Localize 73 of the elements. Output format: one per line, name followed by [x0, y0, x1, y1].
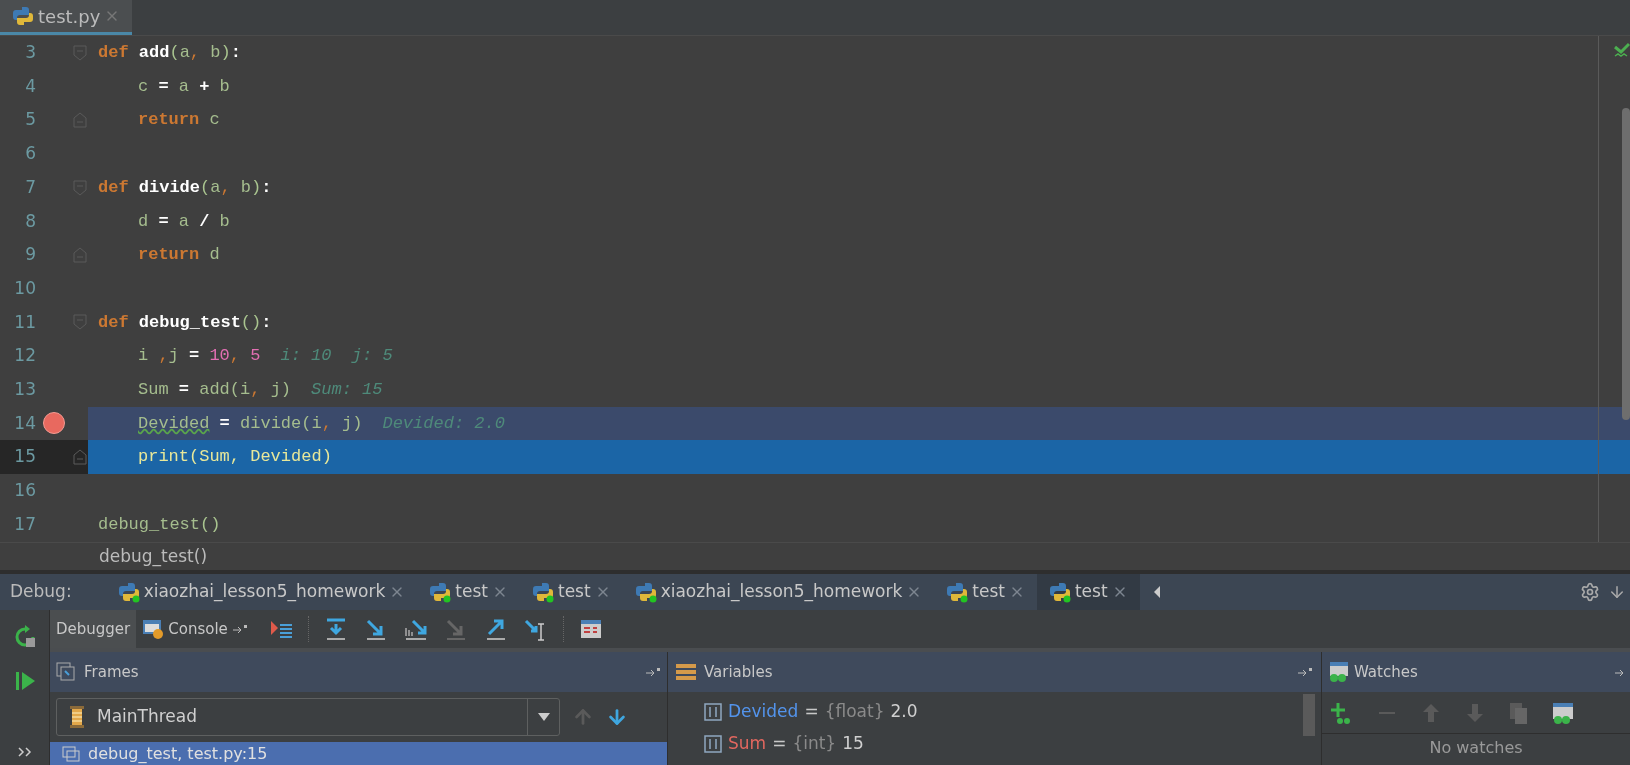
- next-frame-icon[interactable]: [606, 706, 628, 728]
- python-icon: [634, 581, 657, 603]
- code-line: return d: [138, 244, 220, 267]
- line-number: 15: [13, 445, 36, 469]
- pin-icon[interactable]: [231, 623, 248, 635]
- view-tab[interactable]: Debugger: [50, 610, 137, 648]
- code-line: i ,j = 10, 5 i: 10 j: 5: [138, 345, 393, 368]
- line-number: 5: [24, 108, 36, 132]
- code-line: return c: [138, 109, 220, 132]
- code-line: d = a / b: [138, 210, 230, 233]
- panel-title: Frames: [84, 661, 139, 683]
- session-tab[interactable]: test: [934, 574, 1037, 610]
- check-icon: [1614, 42, 1630, 58]
- line-number: 17: [13, 512, 36, 536]
- session-tab[interactable]: test: [1036, 574, 1140, 610]
- frame-item[interactable]: debug_test, test.py:15: [50, 742, 667, 765]
- pin-icon[interactable]: [1297, 666, 1313, 678]
- session-tab[interactable]: test: [519, 574, 623, 610]
- more-icon[interactable]: [17, 747, 32, 757]
- python-icon: [946, 581, 969, 603]
- frames-icon: [56, 662, 76, 682]
- hide-icon[interactable]: [1608, 583, 1626, 601]
- breadcrumb[interactable]: debug_test(): [99, 543, 208, 570]
- thread-dropdown[interactable]: MainThread: [56, 698, 560, 736]
- line-number: 9: [24, 243, 36, 267]
- variables-icon: [676, 663, 696, 681]
- python-icon: [1048, 581, 1071, 603]
- code-line: print(Sum, Devided): [138, 446, 332, 469]
- debug-label: Debug:: [9, 580, 73, 604]
- panel-title: Watches: [1354, 661, 1418, 683]
- settings-icon[interactable]: [1580, 582, 1600, 602]
- session-tab[interactable]: test: [417, 574, 520, 610]
- scrollbar[interactable]: [1622, 108, 1630, 420]
- code-line: debug_test(): [98, 513, 221, 536]
- code-line: Devided = divide(i, j) Devided: 2.0: [138, 412, 505, 435]
- code-line: Sum = add(i, j) Sum: 15: [138, 378, 383, 401]
- line-number: 14: [13, 411, 36, 435]
- dropdown-arrow-icon: [537, 713, 550, 721]
- code-line: def debug_test():: [98, 311, 272, 334]
- session-tab[interactable]: xiaozhai_lesson5_homework: [105, 574, 418, 610]
- variable-row[interactable]: Sum = {int} 15: [704, 730, 1303, 758]
- code-line: c = a + b: [138, 75, 230, 98]
- line-number: 10: [13, 276, 36, 300]
- python-icon: [531, 581, 554, 603]
- breakpoint-icon[interactable]: [43, 412, 65, 435]
- scrollbar[interactable]: [1303, 694, 1315, 736]
- variable-row[interactable]: Devided = {float} 2.0: [704, 698, 1303, 726]
- line-number: 4: [24, 74, 36, 98]
- code-line: def divide(a, b):: [98, 176, 272, 199]
- view-tab[interactable]: Console: [136, 610, 254, 648]
- python-icon: [429, 581, 452, 603]
- line-number: 13: [13, 377, 36, 401]
- panel-title: Variables: [704, 661, 773, 683]
- watches-icon: [1328, 661, 1350, 683]
- line-number: 16: [13, 479, 36, 503]
- variable-icon: [704, 703, 722, 721]
- python-icon: [12, 5, 34, 27]
- code-line: def add(a, b):: [98, 42, 241, 65]
- line-number: 8: [24, 209, 36, 233]
- line-number: 3: [24, 41, 36, 65]
- python-icon: [117, 581, 140, 603]
- console-icon: [142, 619, 165, 639]
- empty-watches-text: No watches: [1429, 737, 1523, 759]
- frame-icon: [62, 746, 80, 762]
- line-number: 12: [13, 344, 36, 368]
- thread-icon: [69, 705, 85, 729]
- line-number: 7: [24, 175, 36, 199]
- variable-icon: [704, 735, 722, 753]
- line-number: 6: [24, 142, 36, 166]
- pin-icon[interactable]: [645, 666, 661, 678]
- line-number: 11: [13, 310, 36, 334]
- editor-tab[interactable]: test.py: [0, 0, 133, 35]
- session-tab[interactable]: xiaozhai_lesson5_homework: [622, 574, 935, 610]
